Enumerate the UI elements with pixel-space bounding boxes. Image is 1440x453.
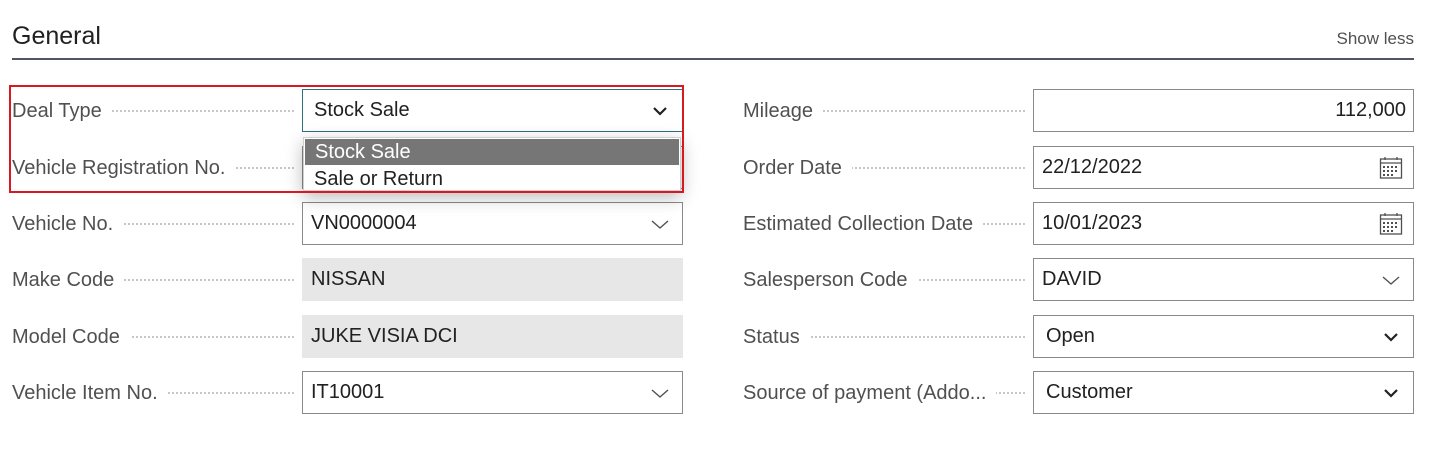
field-mileage: Mileage 112,000: [743, 89, 1414, 133]
field-salesperson-code: Salesperson Code DAVID: [743, 258, 1414, 302]
field-label: Mileage: [743, 89, 824, 133]
field-model-code: Model Code JUKE VISIA DCI: [12, 315, 683, 359]
order-date-input[interactable]: 22/12/2022: [1033, 146, 1414, 189]
field-label: Estimated Collection Date: [743, 202, 984, 246]
field-estimated-collection-date: Estimated Collection Date 10/01/2023: [743, 202, 1414, 246]
deal-type-dropdown-list: Stock Sale Sale or Return: [303, 137, 681, 191]
field-value: Open: [1046, 325, 1095, 347]
chevron-down-icon: [1384, 389, 1398, 398]
field-label: Vehicle Item No.: [12, 371, 168, 415]
field-deal-type: Deal Type Stock Sale: [12, 89, 683, 133]
source-of-payment-select[interactable]: Customer: [1033, 371, 1414, 414]
field-value: 112,000: [1335, 99, 1406, 121]
estimated-collection-date-input[interactable]: 10/01/2023: [1033, 202, 1414, 245]
vehicle-no-lookup[interactable]: VN0000004: [302, 202, 683, 245]
calendar-icon[interactable]: [1379, 156, 1403, 180]
status-select[interactable]: Open: [1033, 315, 1414, 358]
field-label: Model Code: [12, 315, 130, 359]
mileage-input[interactable]: 112,000: [1033, 89, 1414, 132]
make-code-value: NISSAN: [302, 258, 683, 301]
field-value: NISSAN: [311, 268, 386, 290]
field-value: IT10001: [311, 381, 385, 403]
field-value: JUKE VISIA DCI: [311, 325, 458, 347]
field-label: Make Code: [12, 258, 125, 302]
field-value: 10/01/2023: [1042, 212, 1143, 234]
field-vehicle-no: Vehicle No. VN0000004: [12, 202, 683, 246]
field-make-code: Make Code NISSAN: [12, 258, 683, 302]
calendar-icon[interactable]: [1379, 212, 1403, 236]
field-label: Source of payment (Addo...: [743, 371, 997, 415]
field-label: Order Date: [743, 146, 852, 190]
field-value: Customer: [1046, 381, 1133, 403]
chevron-down-icon: [653, 107, 667, 116]
chevron-down-icon[interactable]: [650, 214, 670, 234]
field-label: Salesperson Code: [743, 258, 918, 302]
field-value: DAVID: [1042, 268, 1102, 290]
dropdown-option-sale-or-return[interactable]: Sale or Return: [304, 166, 680, 192]
field-vehicle-item-no: Vehicle Item No. IT10001: [12, 371, 683, 415]
field-label: Vehicle Registration No.: [12, 146, 236, 190]
section-title: General: [12, 22, 101, 50]
dropdown-option-stock-sale[interactable]: Stock Sale: [305, 139, 679, 165]
chevron-down-icon: [1384, 333, 1398, 342]
field-value: 22/12/2022: [1042, 156, 1143, 178]
model-code-value: JUKE VISIA DCI: [302, 315, 683, 358]
show-less-link[interactable]: Show less: [1337, 29, 1414, 49]
field-label: Status: [743, 315, 810, 359]
field-source-of-payment: Source of payment (Addo... Customer: [743, 371, 1414, 415]
section-header: General Show less: [12, 0, 1414, 60]
salesperson-code-lookup[interactable]: DAVID: [1033, 258, 1414, 301]
field-status: Status Open: [743, 315, 1414, 359]
field-label: Deal Type: [12, 89, 112, 133]
field-value: Stock Sale: [314, 99, 410, 121]
chevron-down-icon[interactable]: [1381, 270, 1401, 290]
field-order-date: Order Date 22/12/2022: [743, 146, 1414, 190]
deal-type-select[interactable]: Stock Sale: [302, 89, 683, 132]
vehicle-item-no-lookup[interactable]: IT10001: [302, 371, 683, 414]
field-value: VN0000004: [311, 212, 417, 234]
field-label: Vehicle No.: [12, 202, 124, 246]
chevron-down-icon[interactable]: [650, 383, 670, 403]
